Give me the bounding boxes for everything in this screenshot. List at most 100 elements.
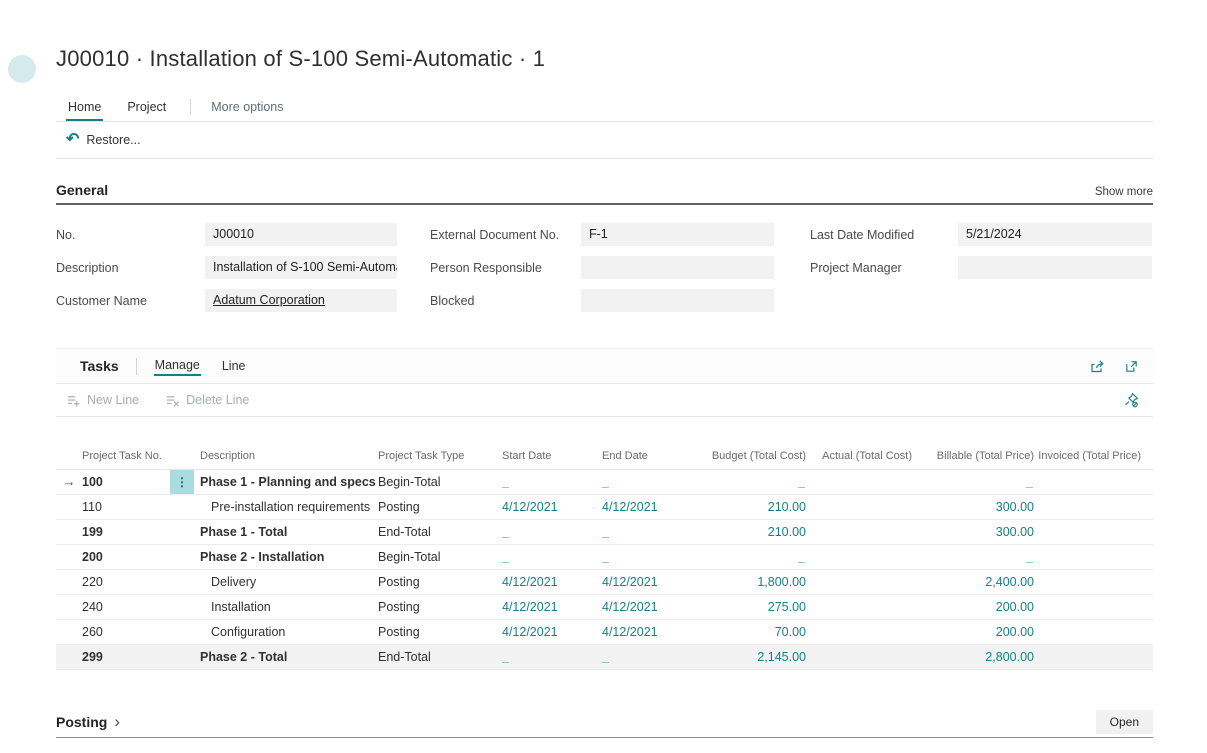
cell-end-date[interactable]: 4/12/2021: [602, 595, 696, 619]
field-label-description: Description: [56, 261, 205, 275]
cell-end-date[interactable]: _: [602, 545, 696, 569]
cell-budget-total-cost[interactable]: 210.00: [696, 495, 806, 519]
cell-end-date[interactable]: 4/12/2021: [602, 620, 696, 644]
cell-description[interactable]: Configuration: [196, 620, 376, 644]
column-header[interactable]: Invoiced (Total Price): [1034, 450, 1153, 463]
cell-end-date[interactable]: 4/12/2021: [602, 570, 696, 594]
cell-project-task-type[interactable]: Posting: [376, 595, 502, 619]
cell-end-date[interactable]: _: [602, 645, 696, 669]
table-row[interactable]: 199 Phase 1 - Total End-Total _ _ 210.00…: [56, 520, 1153, 545]
column-header[interactable]: Description: [196, 450, 376, 463]
cell-start-date[interactable]: _: [502, 520, 602, 544]
cell-start-date[interactable]: 4/12/2021: [502, 570, 602, 594]
cell-billable-total-price[interactable]: 300.00: [912, 495, 1034, 519]
cell-project-task-no[interactable]: 299: [82, 645, 170, 669]
cell-project-task-no[interactable]: 100: [82, 470, 170, 494]
ellipsis-icon[interactable]: ⋮: [170, 470, 194, 494]
table-row[interactable]: 220 Delivery Posting 4/12/2021 4/12/2021…: [56, 570, 1153, 595]
table-row[interactable]: 299 Phase 2 - Total End-Total _ _ 2,145.…: [56, 645, 1153, 670]
cell-project-task-type[interactable]: Posting: [376, 570, 502, 594]
restore-button[interactable]: ↶ Restore...: [66, 133, 141, 147]
cell-description[interactable]: Phase 2 - Installation: [196, 545, 376, 569]
share-icon[interactable]: [1089, 358, 1105, 374]
column-header[interactable]: Actual (Total Cost): [806, 450, 912, 463]
project-manager-field[interactable]: [958, 256, 1152, 279]
cell-project-task-no[interactable]: 199: [82, 520, 170, 544]
table-row[interactable]: 240 Installation Posting 4/12/2021 4/12/…: [56, 595, 1153, 620]
description-field[interactable]: Installation of S-100 Semi-Automat: [205, 256, 397, 279]
cell-billable-total-price[interactable]: 2,800.00: [912, 645, 1034, 669]
blocked-field[interactable]: [581, 289, 774, 312]
cell-budget-total-cost[interactable]: 70.00: [696, 620, 806, 644]
more-options-button[interactable]: More options: [209, 100, 285, 121]
cell-budget-total-cost[interactable]: 275.00: [696, 595, 806, 619]
unpin-icon[interactable]: [1123, 392, 1139, 408]
cell-project-task-no[interactable]: 260: [82, 620, 170, 644]
cell-billable-total-price[interactable]: 300.00: [912, 520, 1034, 544]
cell-budget-total-cost[interactable]: 2,145.00: [696, 645, 806, 669]
tab-line[interactable]: Line: [221, 357, 247, 375]
tab-home[interactable]: Home: [66, 100, 103, 121]
cell-description[interactable]: Phase 1 - Total: [196, 520, 376, 544]
cell-project-task-no[interactable]: 110: [82, 495, 170, 519]
cell-billable-total-price[interactable]: 200.00: [912, 595, 1034, 619]
external-document-no-field[interactable]: F-1: [581, 223, 774, 246]
customer-name-field[interactable]: Adatum Corporation: [205, 289, 397, 312]
cell-start-date[interactable]: _: [502, 645, 602, 669]
last-date-modified-field[interactable]: 5/21/2024: [958, 223, 1152, 246]
column-header[interactable]: Project Task No.: [82, 450, 170, 463]
avatar[interactable]: [8, 55, 36, 83]
customer-name-link[interactable]: Adatum Corporation: [213, 293, 325, 307]
table-row[interactable]: 200 Phase 2 - Installation Begin-Total _…: [56, 545, 1153, 570]
table-row[interactable]: 110 Pre-installation requirements Postin…: [56, 495, 1153, 520]
cell-project-task-type[interactable]: Posting: [376, 620, 502, 644]
new-line-button[interactable]: New Line: [66, 393, 139, 408]
cell-project-task-type[interactable]: Begin-Total: [376, 470, 502, 494]
cell-end-date[interactable]: _: [602, 520, 696, 544]
cell-start-date[interactable]: 4/12/2021: [502, 595, 602, 619]
popout-icon[interactable]: [1124, 359, 1139, 374]
cell-end-date[interactable]: _: [602, 470, 696, 494]
person-responsible-field[interactable]: [581, 256, 774, 279]
cell-end-date[interactable]: 4/12/2021: [602, 495, 696, 519]
cell-billable-total-price[interactable]: _: [912, 545, 1034, 569]
cell-description[interactable]: Phase 1 - Planning and specs: [196, 470, 376, 494]
cell-start-date[interactable]: _: [502, 470, 602, 494]
cell-description[interactable]: Pre-installation requirements: [196, 495, 376, 519]
cell-billable-total-price[interactable]: _: [912, 470, 1034, 494]
column-header[interactable]: End Date: [602, 450, 696, 463]
column-header[interactable]: Billable (Total Price): [912, 450, 1034, 463]
cell-project-task-type[interactable]: Begin-Total: [376, 545, 502, 569]
cell-project-task-type[interactable]: Posting: [376, 495, 502, 519]
cell-project-task-no[interactable]: 220: [82, 570, 170, 594]
cell-project-task-no[interactable]: 240: [82, 595, 170, 619]
cell-project-task-type[interactable]: End-Total: [376, 520, 502, 544]
field-label-external-doc-no: External Document No.: [430, 228, 581, 242]
cell-budget-total-cost[interactable]: 1,800.00: [696, 570, 806, 594]
cell-start-date[interactable]: _: [502, 545, 602, 569]
posting-heading-group[interactable]: Posting ›: [56, 714, 120, 730]
cell-description[interactable]: Installation: [196, 595, 376, 619]
tab-manage[interactable]: Manage: [154, 356, 201, 376]
column-header[interactable]: Project Task Type: [376, 450, 502, 463]
show-more-link[interactable]: Show more: [1095, 186, 1153, 198]
cell-billable-total-price[interactable]: 200.00: [912, 620, 1034, 644]
no-field[interactable]: J00010: [205, 223, 397, 246]
cell-budget-total-cost[interactable]: _: [696, 470, 806, 494]
column-header[interactable]: Start Date: [502, 450, 602, 463]
cell-budget-total-cost[interactable]: 210.00: [696, 520, 806, 544]
table-row[interactable]: 260 Configuration Posting 4/12/2021 4/12…: [56, 620, 1153, 645]
tab-project[interactable]: Project: [125, 100, 168, 121]
cell-project-task-type[interactable]: End-Total: [376, 645, 502, 669]
cell-budget-total-cost[interactable]: _: [696, 545, 806, 569]
column-header[interactable]: Budget (Total Cost): [696, 450, 806, 463]
cell-start-date[interactable]: 4/12/2021: [502, 620, 602, 644]
cell-description[interactable]: Delivery: [196, 570, 376, 594]
cell-project-task-no[interactable]: 200: [82, 545, 170, 569]
cell-billable-total-price[interactable]: 2,400.00: [912, 570, 1034, 594]
delete-line-button[interactable]: Delete Line: [165, 393, 249, 408]
open-button[interactable]: Open: [1096, 710, 1153, 734]
table-row[interactable]: → 100 ⋮ Phase 1 - Planning and specs Beg…: [56, 470, 1153, 495]
cell-start-date[interactable]: 4/12/2021: [502, 495, 602, 519]
cell-description[interactable]: Phase 2 - Total: [196, 645, 376, 669]
